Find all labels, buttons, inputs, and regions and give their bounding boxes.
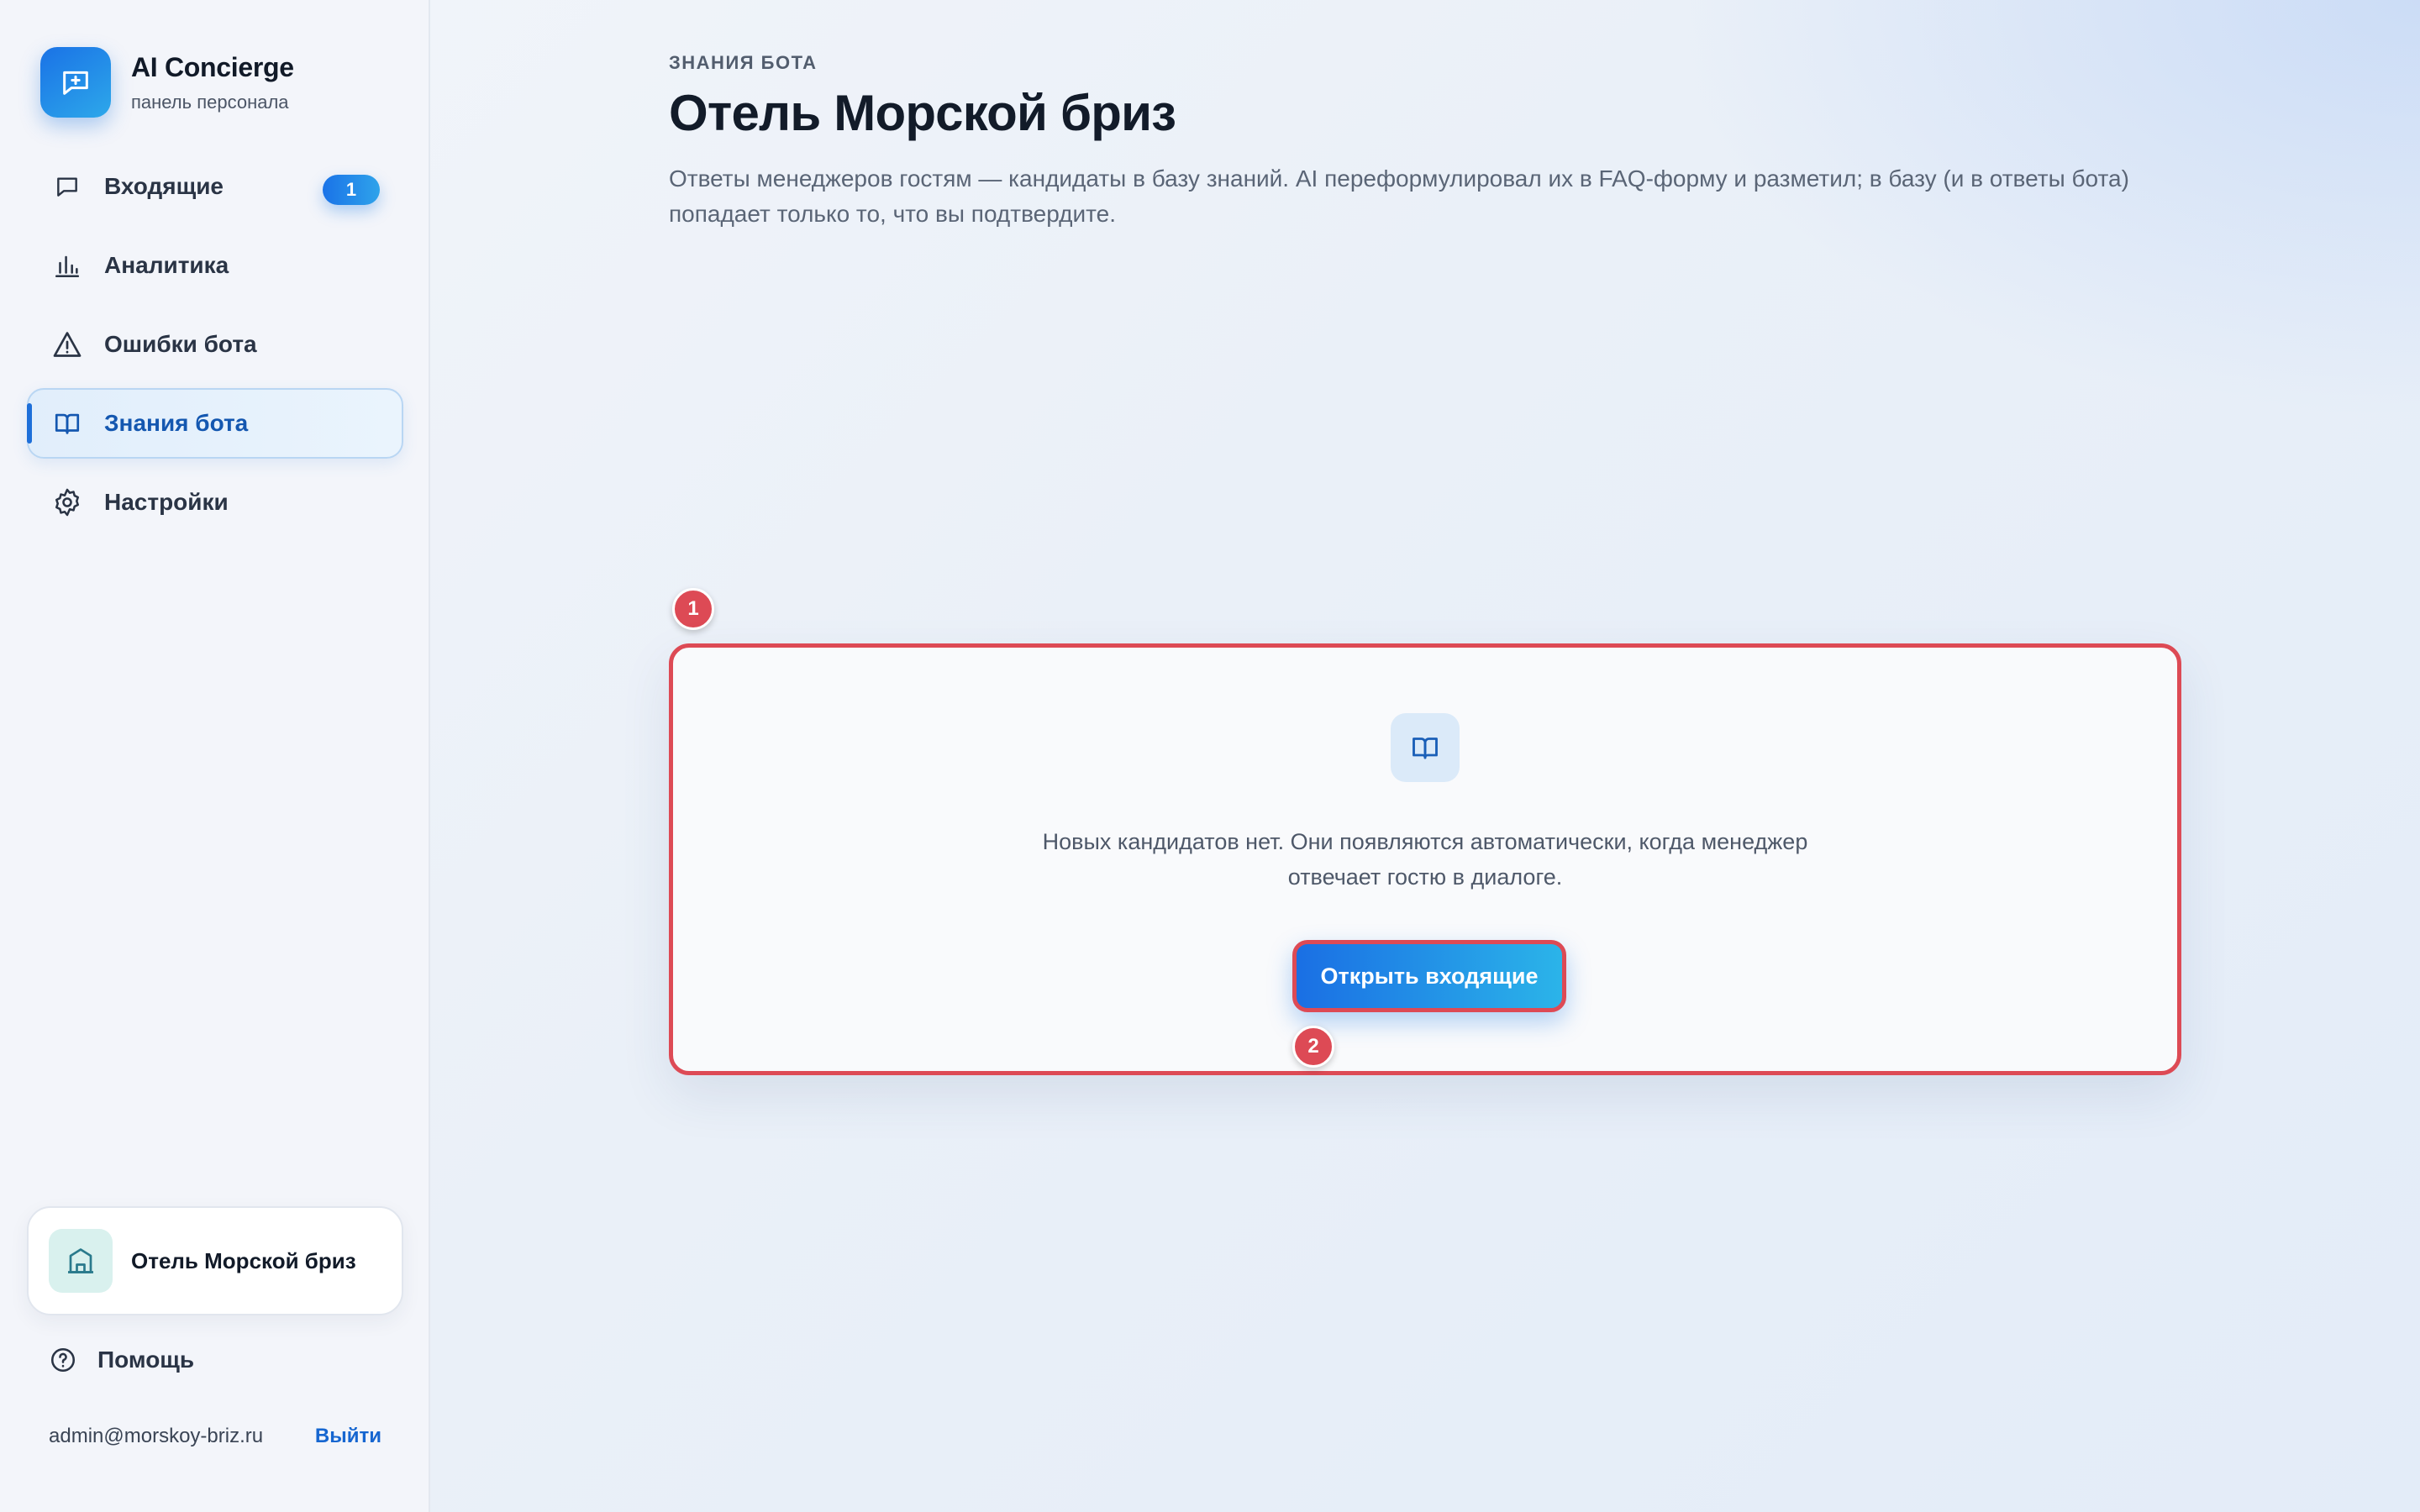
sidebar-item-bot-errors[interactable]: Ошибки бота (27, 309, 403, 380)
help-link[interactable]: Помощь (49, 1346, 194, 1374)
logout-button[interactable]: Выйти (315, 1425, 381, 1448)
annotation-marker-1: 1 (672, 588, 714, 630)
sidebar-item-bot-knowledge[interactable]: Знания бота (27, 388, 403, 459)
alert-triangle-icon (50, 328, 84, 361)
book-open-icon (1391, 713, 1460, 782)
unread-badge: 1 (323, 175, 380, 205)
sidebar-item-label: Ошибки бота (104, 331, 257, 357)
bar-chart-icon (50, 249, 84, 282)
help-circle-icon (49, 1346, 77, 1374)
sidebar-item-label: Входящие (104, 173, 224, 199)
message-square-icon (50, 170, 84, 203)
empty-state-text: Новых кандидатов нет. Они появляются авт… (1042, 829, 1808, 890)
sidebar-item-label: Аналитика (104, 252, 229, 278)
brand: AI Concierge панель персонала (40, 47, 294, 118)
account-row: admin@morskoy-briz.ru Выйти (49, 1425, 381, 1448)
building-icon (49, 1229, 113, 1293)
page-title: Отель Морской бриз (669, 85, 1176, 141)
app-title: AI Concierge (131, 51, 294, 82)
gear-icon (50, 486, 84, 519)
sidebar-item-label: Знания бота (104, 410, 249, 436)
chat-sparkle-icon (40, 47, 111, 118)
hotel-name: Отель Морской бриз (131, 1247, 356, 1273)
sidebar-item-inbox[interactable]: Входящие 1 (27, 151, 403, 222)
sidebar-item-label: Настройки (104, 489, 229, 515)
app-subtitle: панель персонала (131, 91, 289, 113)
sidebar-item-analytics[interactable]: Аналитика (27, 230, 403, 301)
sidebar-nav: Входящие 1 Аналитика Ошибки бота Знания … (27, 151, 403, 546)
help-label: Помощь (97, 1347, 195, 1373)
hotel-switcher[interactable]: Отель Морской бриз (27, 1206, 403, 1315)
page-description: Ответы менеджеров гостям — кандидаты в б… (669, 165, 2129, 227)
open-inbox-button[interactable]: Открыть входящие (1292, 940, 1566, 1012)
book-open-icon (50, 407, 84, 440)
empty-state-card: Новых кандидатов нет. Они появляются авт… (669, 643, 2181, 1075)
sidebar: AI Concierge панель персонала Входящие 1… (0, 0, 430, 1512)
annotation-marker-2: 2 (1292, 1026, 1334, 1068)
user-email: admin@morskoy-briz.ru (49, 1425, 264, 1447)
section-eyebrow: ЗНАНИЯ БОТА (669, 52, 818, 73)
sidebar-item-settings[interactable]: Настройки (27, 467, 403, 538)
main-content: ЗНАНИЯ БОТА Отель Морской бриз Ответы ме… (669, 0, 2181, 1512)
